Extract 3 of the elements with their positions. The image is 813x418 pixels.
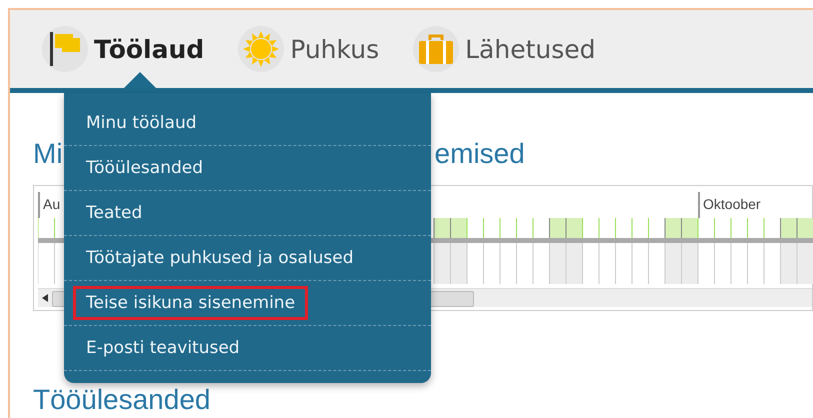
section-heading: Mi [33, 137, 63, 171]
section-heading: emised [434, 137, 525, 171]
section-heading: Tööülesanded [33, 384, 212, 414]
